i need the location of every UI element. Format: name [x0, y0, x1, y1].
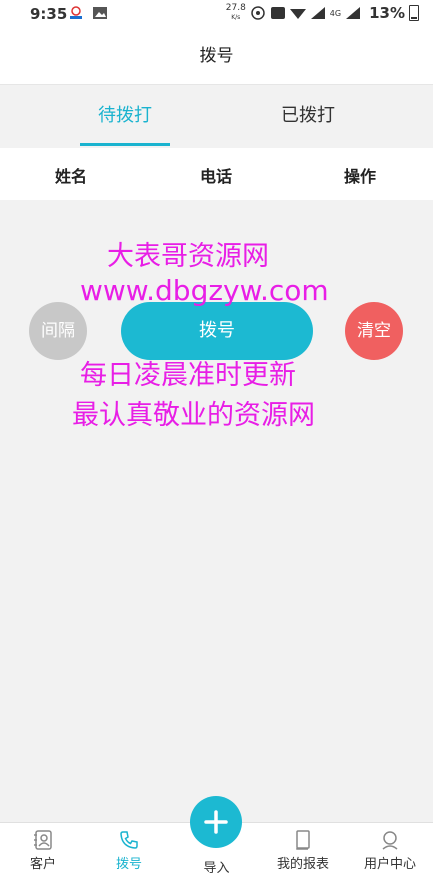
- network-type: 4G: [329, 8, 342, 18]
- tab-bar: 待拨打 已拨打: [0, 85, 433, 147]
- page-title: 拨号: [0, 28, 433, 85]
- signal-icon-2: [346, 7, 361, 19]
- table-header: 姓名 电话 操作: [0, 148, 433, 200]
- tab-dialed[interactable]: 已拨打: [228, 85, 388, 147]
- tab-pending[interactable]: 待拨打: [45, 85, 205, 147]
- signal-icon: [310, 7, 325, 19]
- status-time: 9:35: [30, 5, 68, 23]
- status-bar: 9:35 27.8 K/s 4G 13%: [0, 0, 433, 28]
- column-header-name: 姓名: [55, 167, 88, 186]
- import-button[interactable]: [190, 796, 242, 848]
- wifi-icon: [289, 9, 306, 19]
- column-header-phone: 电话: [200, 167, 233, 186]
- network-speed: 27.8 K/s: [225, 3, 246, 22]
- watermark-line-3: 每日凌晨准时更新: [80, 360, 296, 391]
- column-header-action: 操作: [344, 167, 377, 186]
- watermark-line-1: 大表哥资源网: [107, 241, 269, 272]
- customers-icon: [34, 830, 52, 850]
- plus-icon: [204, 810, 228, 834]
- clear-button[interactable]: 清空: [345, 302, 403, 360]
- tab-indicator: [80, 143, 170, 146]
- image-notification-icon: [93, 7, 107, 19]
- watermark-line-4: 最认真敬业的资源网: [72, 400, 315, 431]
- app-notification-icon: [70, 6, 82, 19]
- volte-icon: [270, 7, 285, 19]
- report-icon: [296, 830, 310, 850]
- watermark-line-2: www.dbgzyw.com: [80, 274, 329, 307]
- interval-button[interactable]: 间隔: [29, 302, 87, 360]
- battery-icon: [409, 5, 419, 21]
- battery-percent: 13%: [369, 4, 405, 22]
- user-icon: [382, 831, 398, 850]
- bottom-nav-import-label: 导入: [203, 861, 230, 876]
- phone-icon: [120, 831, 138, 849]
- sync-icon: [251, 6, 265, 20]
- dial-button[interactable]: 拨号: [121, 302, 313, 360]
